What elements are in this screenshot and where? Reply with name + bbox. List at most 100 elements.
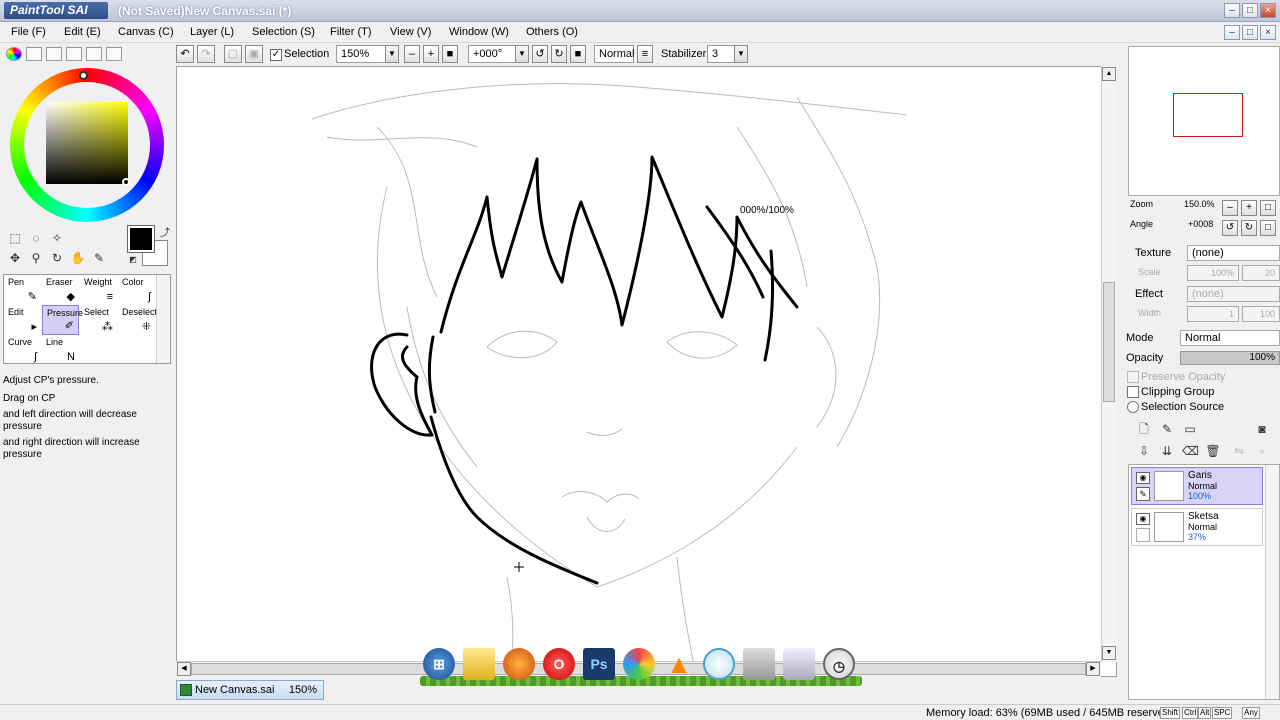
doc-maximize-button[interactable]: □: [1242, 25, 1258, 40]
clear-layer-icon[interactable]: ⌫: [1182, 443, 1199, 459]
width-field2[interactable]: 100: [1242, 306, 1280, 322]
nav-zoom-out-button[interactable]: –: [1222, 200, 1238, 216]
layer-row-garis[interactable]: ◉ ✎ Garis Normal 100%: [1131, 467, 1263, 505]
swatch-icon[interactable]: [66, 47, 82, 61]
opacity-slider[interactable]: 100%: [1180, 351, 1280, 365]
tool-weight[interactable]: Weight ≡: [80, 275, 117, 305]
maximize-button[interactable]: □: [1242, 3, 1258, 18]
scanner-icon[interactable]: [743, 648, 775, 680]
nav-zoom-in-button[interactable]: +: [1241, 200, 1257, 216]
zoom-reset-button[interactable]: ■: [442, 45, 458, 63]
foreground-color-swatch[interactable]: [127, 225, 155, 253]
menu-layer[interactable]: Layer (L): [190, 26, 234, 38]
lasso-icon[interactable]: ◌: [27, 230, 45, 246]
tool-deselect[interactable]: Deselect ⁜: [118, 305, 157, 335]
photoshop-icon[interactable]: Ps: [583, 648, 615, 680]
tool-edit[interactable]: Edit ▸: [4, 305, 41, 335]
scroll-down-button[interactable]: ▼: [1102, 646, 1116, 660]
hand-icon[interactable]: ✋: [69, 250, 87, 266]
deselect-button[interactable]: ▢: [224, 45, 242, 63]
scale-field2[interactable]: 20: [1242, 265, 1280, 281]
clipping-group-checkbox[interactable]: [1127, 386, 1139, 398]
windows-start-icon[interactable]: ⊞: [423, 648, 455, 680]
tool-select[interactable]: Select ⁂: [80, 305, 117, 335]
zoom-out-button[interactable]: –: [404, 45, 420, 63]
scroll-left-button[interactable]: ◀: [177, 662, 191, 676]
new-linework-layer-icon[interactable]: ✎: [1159, 421, 1175, 437]
preserve-opacity-checkbox[interactable]: [1127, 371, 1139, 383]
vscroll-thumb[interactable]: [1103, 282, 1115, 402]
tool-curve[interactable]: Curve ∫: [4, 335, 41, 365]
recycle-bin-icon[interactable]: [783, 648, 815, 680]
angle-field[interactable]: +000°: [468, 45, 518, 63]
width-field[interactable]: 1: [1187, 306, 1239, 322]
transfer-down-icon[interactable]: ⇩: [1136, 443, 1152, 459]
tool-color[interactable]: Color ∫: [118, 275, 155, 305]
menu-selection[interactable]: Selection (S): [252, 26, 315, 38]
tool-pen[interactable]: Pen ✎: [4, 275, 41, 305]
blend-field[interactable]: Normal: [594, 45, 634, 63]
flip-button[interactable]: ≡: [637, 45, 653, 63]
move-icon[interactable]: ✥: [6, 250, 24, 266]
scratchpad-icon[interactable]: [106, 47, 122, 61]
layer-row-sketsa[interactable]: ◉ Sketsa Normal 37%: [1131, 508, 1263, 546]
undo-button[interactable]: ↶: [176, 45, 194, 63]
eyedropper-icon[interactable]: ✎: [90, 250, 108, 266]
minimize-button[interactable]: –: [1224, 3, 1240, 18]
close-button[interactable]: ×: [1260, 3, 1276, 18]
scroll-right-button[interactable]: ▶: [1086, 662, 1100, 676]
tool-grid-scrollbar[interactable]: [156, 275, 170, 363]
navigator-preview[interactable]: [1128, 46, 1280, 196]
disc-icon[interactable]: [703, 648, 735, 680]
doc-close-button[interactable]: ×: [1260, 25, 1276, 40]
doc-minimize-button[interactable]: –: [1224, 25, 1240, 40]
zoom-tool-icon[interactable]: ⚲: [27, 250, 45, 266]
document-tab[interactable]: New Canvas.sai 150%: [176, 680, 324, 700]
merge-down-icon[interactable]: ⇊: [1159, 443, 1175, 459]
menu-view[interactable]: View (V): [390, 26, 431, 38]
angle-dropdown[interactable]: ▼: [515, 45, 529, 63]
stabilizer-field[interactable]: 3: [707, 45, 737, 63]
reset-colors-icon[interactable]: ◩: [124, 252, 142, 268]
layer-visibility-icon[interactable]: ◉: [1136, 472, 1150, 484]
tool-pressure[interactable]: Pressure ✐: [42, 305, 83, 335]
navigator-viewport-frame[interactable]: [1173, 93, 1243, 137]
menu-edit[interactable]: Edit (E): [64, 26, 101, 38]
rotate-tool-icon[interactable]: ↻: [48, 250, 66, 266]
menu-file[interactable]: File (F): [11, 26, 46, 38]
menu-filter[interactable]: Filter (T): [330, 26, 372, 38]
layer-lock-box[interactable]: [1136, 528, 1150, 542]
firefox-icon[interactable]: [503, 648, 535, 680]
effect-select[interactable]: (none): [1187, 286, 1280, 302]
nav-rotate-left-button[interactable]: ↺: [1222, 220, 1238, 236]
layer-list-scrollbar[interactable]: [1265, 465, 1279, 699]
blend-mode-select[interactable]: Normal: [1180, 330, 1280, 346]
sv-knob[interactable]: [122, 178, 130, 186]
scroll-up-button[interactable]: ▲: [1102, 67, 1116, 81]
color-sv-square[interactable]: [46, 102, 128, 184]
rect-select-icon[interactable]: ⬚: [6, 230, 24, 246]
delete-layer-icon[interactable]: 🗑: [1205, 443, 1221, 459]
hsv-slider-icon[interactable]: [46, 47, 62, 61]
tool-line[interactable]: Line N: [42, 335, 79, 365]
invert-selection-button[interactable]: ▣: [245, 45, 263, 63]
mixer-icon[interactable]: [86, 47, 102, 61]
nav-rotate-right-button[interactable]: ↻: [1241, 220, 1257, 236]
redo-button[interactable]: ↷: [197, 45, 215, 63]
magic-wand-icon[interactable]: ✧: [48, 230, 66, 246]
zoom-dropdown[interactable]: ▼: [385, 45, 399, 63]
rotate-right-button[interactable]: ↻: [551, 45, 567, 63]
texture-select[interactable]: (none): [1187, 245, 1280, 261]
rotate-left-button[interactable]: ↺: [532, 45, 548, 63]
folder-icon[interactable]: [463, 648, 495, 680]
zoom-in-button[interactable]: +: [423, 45, 439, 63]
selection-source-radio[interactable]: [1127, 401, 1139, 413]
merge-all-icon[interactable]: ⇋: [1231, 443, 1247, 459]
layer-visibility-icon[interactable]: ◉: [1136, 513, 1150, 525]
selection-checkbox[interactable]: ✓: [270, 49, 282, 61]
opera-icon[interactable]: O: [543, 648, 575, 680]
rotate-reset-button[interactable]: ■: [570, 45, 586, 63]
layer-property-icon[interactable]: ▫: [1254, 443, 1270, 459]
zoom-field[interactable]: 150%: [336, 45, 388, 63]
picasa-icon[interactable]: [623, 648, 655, 680]
